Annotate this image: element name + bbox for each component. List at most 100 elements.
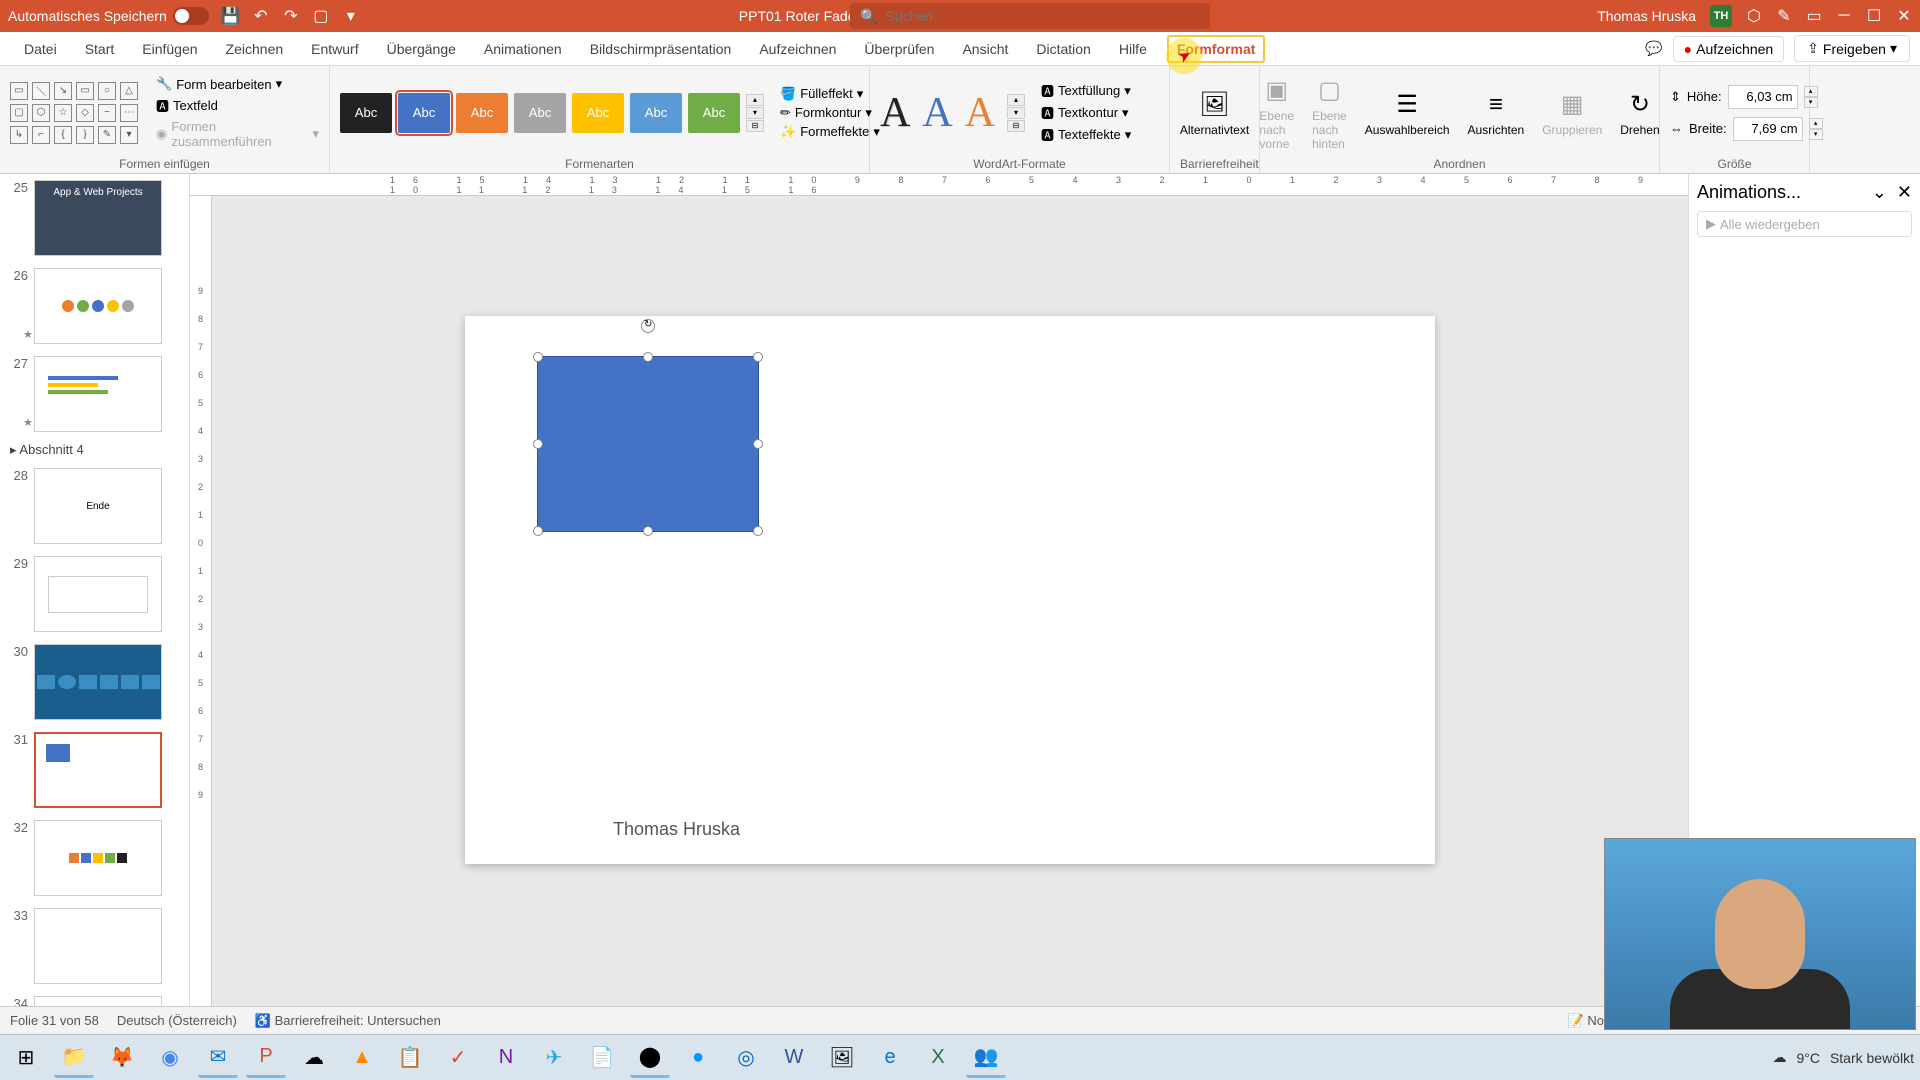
text-effects-button[interactable]: 🅰 Texteffekte ▾ (1041, 125, 1131, 144)
tab-ansicht[interactable]: Ansicht (948, 32, 1022, 65)
user-name[interactable]: Thomas Hruska (1597, 8, 1696, 24)
wordart-down-icon[interactable]: ▾ (1007, 107, 1025, 119)
shape-textbox-icon[interactable]: ▭ (10, 82, 28, 100)
taskbar-word-icon[interactable]: W (774, 1038, 814, 1078)
resize-handle-n[interactable] (643, 352, 653, 362)
wordart-more-icon[interactable]: ⊟ (1007, 120, 1025, 132)
style-orange[interactable]: Abc (456, 93, 508, 133)
coming-soon-icon[interactable]: ⬡ (1746, 8, 1762, 24)
taskbar-todoist-icon[interactable]: ✓ (438, 1038, 478, 1078)
undo-icon[interactable]: ↶ (253, 8, 269, 24)
resize-handle-sw[interactable] (533, 526, 543, 536)
resize-handle-se[interactable] (753, 526, 763, 536)
taskbar-obs-icon[interactable]: ⬤ (630, 1038, 670, 1078)
shape-connect-icon[interactable]: ↳ (10, 126, 28, 144)
tab-ueberpruefen[interactable]: Überprüfen (850, 32, 948, 65)
slide-thumb-30[interactable] (34, 644, 162, 720)
height-control[interactable]: ⇕ Höhe: ▴▾ (1670, 85, 1823, 109)
wordart-style-2[interactable]: A (922, 89, 952, 137)
shape-triangle-icon[interactable]: △ (120, 82, 138, 100)
tab-formformat[interactable]: Formformat (1167, 35, 1266, 63)
maximize-icon[interactable]: ☐ (1866, 8, 1882, 24)
gallery-up-icon[interactable]: ▴ (746, 94, 764, 106)
rotate-button[interactable]: ↻Drehen (1614, 89, 1665, 137)
pane-collapse-icon[interactable]: ⌄ (1872, 182, 1887, 203)
tab-einfuegen[interactable]: Einfügen (128, 32, 211, 65)
tab-animationen[interactable]: Animationen (470, 32, 576, 65)
slide-thumb-33[interactable] (34, 908, 162, 984)
taskbar-teams-icon[interactable]: 👥 (966, 1038, 1006, 1078)
text-outline-button[interactable]: 🅰 Textkontur ▾ (1041, 103, 1131, 122)
taskbar-outlook-icon[interactable]: ✉ (198, 1038, 238, 1078)
close-icon[interactable]: ✕ (1896, 8, 1912, 24)
taskbar-chrome-icon[interactable]: ◉ (150, 1038, 190, 1078)
width-input[interactable] (1733, 117, 1803, 141)
slide-stage[interactable]: Thomas Hruska (212, 196, 1688, 1044)
resize-handle-ne[interactable] (753, 352, 763, 362)
resize-handle-e[interactable] (753, 439, 763, 449)
resize-handle-w[interactable] (533, 439, 543, 449)
weather-desc[interactable]: Stark bewölkt (1830, 1050, 1914, 1066)
textbox-button[interactable]: 🅰 Textfeld (156, 96, 319, 115)
window-icon[interactable]: ▭ (1806, 8, 1822, 24)
shape-line-icon[interactable]: ＼ (32, 82, 50, 100)
accessibility-status[interactable]: ♿ Barrierefreiheit: Untersuchen (255, 1013, 441, 1029)
taskbar-telegram-icon[interactable]: ✈ (534, 1038, 574, 1078)
shape-brace1-icon[interactable]: { (54, 126, 72, 144)
tab-dictation[interactable]: Dictation (1022, 32, 1104, 65)
present-icon[interactable]: ▢ (313, 8, 329, 24)
style-gray[interactable]: Abc (514, 93, 566, 133)
pane-close-icon[interactable]: ✕ (1897, 182, 1912, 203)
style-lightblue[interactable]: Abc (630, 93, 682, 133)
record-button[interactable]: ●Aufzeichnen (1673, 36, 1785, 62)
selection-pane-button[interactable]: ☰Auswahlbereich (1359, 89, 1456, 137)
taskbar-app1-icon[interactable]: ☁ (294, 1038, 334, 1078)
share-button[interactable]: ⇪Freigeben▾ (1794, 35, 1910, 62)
shape-hex-icon[interactable]: ⬡ (32, 104, 50, 122)
shape-rrect-icon[interactable]: ▢ (10, 104, 28, 122)
shape-gallery[interactable]: ▭ ＼ ↘ ▭ ○ △ ▢ ⬡ ☆ ◇ ~ ⋯ ↳ ⌐ { } ✎ ▾ (10, 82, 138, 144)
taskbar-app3-icon[interactable]: 📄 (582, 1038, 622, 1078)
save-icon[interactable]: 💾 (223, 8, 239, 24)
shape-effects-button[interactable]: ✨ Formeffekte ▾ (780, 124, 880, 140)
tab-zeichnen[interactable]: Zeichnen (212, 32, 298, 65)
style-yellow[interactable]: Abc (572, 93, 624, 133)
language-status[interactable]: Deutsch (Österreich) (117, 1013, 237, 1028)
shape-expand-icon[interactable]: ▾ (120, 126, 138, 144)
shape-callout-icon[interactable]: ◇ (76, 104, 94, 122)
text-fill-button[interactable]: 🅰 Textfüllung ▾ (1041, 81, 1131, 100)
slide-thumb-27[interactable]: ★ (34, 356, 162, 432)
shape-fill-button[interactable]: 🪣 Fülleffekt ▾ (780, 86, 880, 102)
wordart-style-1[interactable]: A (880, 89, 910, 137)
gallery-more-icon[interactable]: ⊟ (746, 120, 764, 132)
resize-handle-nw[interactable] (533, 352, 543, 362)
width-up-icon[interactable]: ▴ (1809, 118, 1823, 129)
shape-freeform-icon[interactable]: ✎ (98, 126, 116, 144)
taskbar-app6-icon[interactable]: 🖼 (822, 1038, 862, 1078)
tab-entwurf[interactable]: Entwurf (297, 32, 372, 65)
tab-datei[interactable]: Datei (10, 32, 71, 65)
quick-access-more-icon[interactable]: ▾ (343, 8, 359, 24)
taskbar-firefox-icon[interactable]: 🦊 (102, 1038, 142, 1078)
height-input[interactable] (1728, 85, 1798, 109)
height-down-icon[interactable]: ▾ (1804, 97, 1818, 108)
style-black[interactable]: Abc (340, 93, 392, 133)
tab-uebergaenge[interactable]: Übergänge (373, 32, 470, 65)
height-up-icon[interactable]: ▴ (1804, 86, 1818, 97)
tab-start[interactable]: Start (71, 32, 129, 65)
user-avatar[interactable]: TH (1710, 5, 1732, 27)
shape-brace2-icon[interactable]: } (76, 126, 94, 144)
toggle-switch-icon[interactable] (173, 7, 209, 25)
shape-star-icon[interactable]: ☆ (54, 104, 72, 122)
shape-oval-icon[interactable]: ○ (98, 82, 116, 100)
wordart-up-icon[interactable]: ▴ (1007, 94, 1025, 106)
weather-temp[interactable]: 9°C (1796, 1050, 1820, 1066)
taskbar-vlc-icon[interactable]: ▲ (342, 1038, 382, 1078)
selected-rectangle-shape[interactable] (537, 356, 759, 532)
comments-icon[interactable]: 💬 (1645, 40, 1662, 57)
width-down-icon[interactable]: ▾ (1809, 129, 1823, 140)
section-header[interactable]: ▸ Abschnitt 4 (0, 438, 189, 462)
tab-bildschirm[interactable]: Bildschirmpräsentation (576, 32, 746, 65)
search-input[interactable] (885, 8, 1200, 24)
taskbar-app4-icon[interactable]: ● (678, 1038, 718, 1078)
